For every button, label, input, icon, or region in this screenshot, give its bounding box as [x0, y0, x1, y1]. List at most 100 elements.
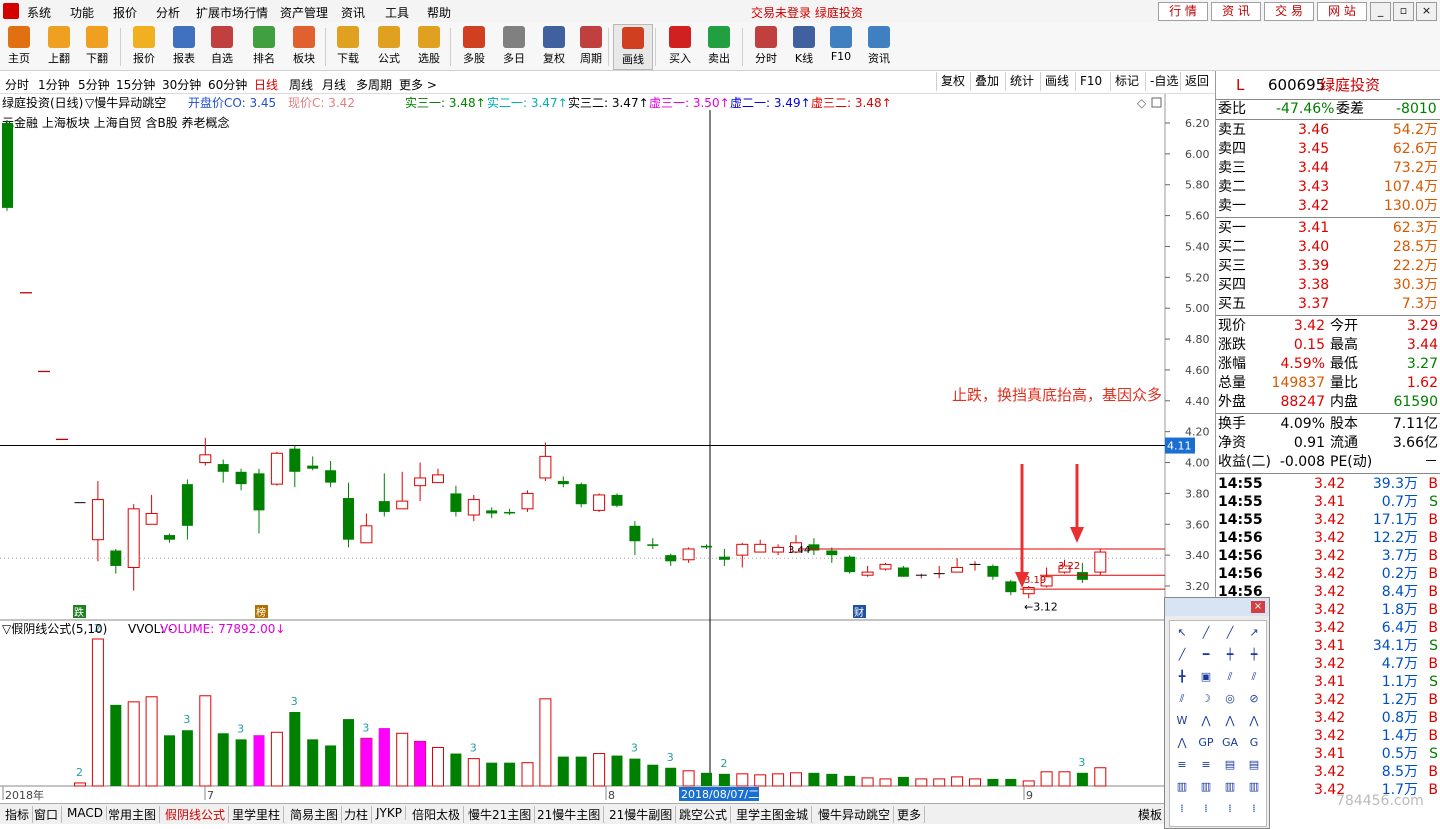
draw-tool-icon[interactable]: ⋀ — [1195, 711, 1217, 731]
indicator-tab-1[interactable]: 窗口 — [31, 806, 63, 823]
minimize-button[interactable]: _ — [1370, 2, 1391, 21]
toolbar-button-0[interactable]: 主页 — [0, 24, 38, 68]
draw-tool-icon[interactable]: ≡ — [1195, 755, 1217, 775]
period-6[interactable]: 日线 — [254, 76, 278, 93]
tab-market[interactable]: 行 情 — [1158, 2, 1208, 21]
draw-tool-icon[interactable]: ⋀ — [1171, 733, 1193, 753]
menu-asset-management[interactable]: 资产管理 — [280, 4, 328, 21]
indicator-tab-2[interactable]: MACD — [64, 806, 107, 820]
chart-action-2[interactable]: 统计 — [1005, 72, 1038, 91]
draw-tool-icon[interactable]: ⫽ — [1219, 667, 1241, 687]
indicator-tab-10[interactable]: 慢牛21主图 — [465, 806, 536, 823]
toolbar-button-12[interactable]: 多日 — [495, 24, 533, 68]
tab-trade[interactable]: 交 易 — [1264, 2, 1314, 21]
draw-tool-icon[interactable]: ┿ — [1219, 645, 1241, 665]
draw-tool-icon[interactable]: ⁞ — [1171, 799, 1193, 819]
toolbar-button-6[interactable]: 排名 — [245, 24, 283, 68]
draw-tool-icon[interactable]: ╱ — [1195, 623, 1217, 643]
draw-tool-icon[interactable]: ━ — [1195, 645, 1217, 665]
toolbar-button-16[interactable]: 买入 — [661, 24, 699, 68]
draw-tool-icon[interactable]: ↗ — [1243, 623, 1265, 643]
toolbar-button-17[interactable]: 卖出 — [700, 24, 738, 68]
ask-row[interactable]: 卖一 3.42 130.0万 — [1218, 197, 1440, 216]
draw-tool-icon[interactable]: ▤ — [1219, 755, 1241, 775]
chart-action-4[interactable]: F10 — [1075, 72, 1106, 91]
bid-row[interactable]: 买二 3.40 28.5万 — [1218, 238, 1440, 257]
toolbar-button-15[interactable]: 画线 — [613, 24, 653, 70]
indicator-tab-6[interactable]: 简易主图 — [287, 806, 343, 823]
draw-tool-icon[interactable]: ▥ — [1219, 777, 1241, 797]
menu-function[interactable]: 功能 — [70, 4, 94, 21]
drawing-tools-palette[interactable]: × ↖ ╱ ╱ ↗ ╱ ━ ┿ ┿ ╋ ▣ ⫽ ⫽ ⫽ ☽ ◎ ⊘ W ⋀ ⋀ ⋀ ⋀ GP GA G ≡ ≡ ▤ ▤ ▥ ▥ ▥ ▥ ⁞ ⁞ ⁞ ⁞ — [1164, 597, 1270, 829]
toolbar-button-3[interactable]: 报价 — [125, 24, 163, 68]
toolbar-button-11[interactable]: 多股 — [455, 24, 493, 68]
chart-action-3[interactable]: 画线 — [1040, 72, 1073, 91]
draw-tool-icon[interactable]: ≡ — [1171, 755, 1193, 775]
draw-tool-icon[interactable]: ⋀ — [1219, 711, 1241, 731]
expand-icon[interactable]: ◇ — [1137, 96, 1147, 110]
menu-extended-market[interactable]: 扩展市场行情 — [196, 4, 268, 21]
toolbar-button-20[interactable]: F10 — [822, 24, 860, 68]
ask-row[interactable]: 卖四 3.45 62.6万 — [1218, 140, 1440, 159]
draw-tool-icon[interactable]: ▣ — [1195, 667, 1217, 687]
draw-tool-icon[interactable]: ▥ — [1171, 777, 1193, 797]
chart-action-1[interactable]: 叠加 — [970, 72, 1003, 91]
period-7[interactable]: 周线 — [289, 76, 313, 93]
indicator-tab-4[interactable]: 假阴线公式 — [162, 806, 230, 823]
formula-name[interactable]: ▽慢牛异动跳空 — [85, 95, 166, 110]
indicator-tab-14[interactable]: 里学主图金城 — [733, 806, 813, 823]
draw-tool-icon[interactable]: ⁞ — [1195, 799, 1217, 819]
indicator-tab-3[interactable]: 常用主图 — [105, 806, 161, 823]
chart-action-7[interactable]: 返回 — [1180, 72, 1213, 91]
period-9[interactable]: 多周期 — [356, 76, 392, 93]
indicator-tab-12[interactable]: 21慢牛副图 — [606, 806, 677, 823]
chart-action-6[interactable]: -自选 — [1145, 72, 1182, 91]
menu-tools[interactable]: 工具 — [385, 4, 409, 21]
bid-row[interactable]: 买一 3.41 62.3万 — [1218, 219, 1440, 238]
toolbar-button-5[interactable]: 自选 — [203, 24, 241, 68]
draw-tool-icon[interactable]: ▥ — [1243, 777, 1265, 797]
tab-website[interactable]: 网 站 — [1317, 2, 1367, 21]
toolbar-button-7[interactable]: 板块 — [285, 24, 323, 68]
indicator-tab-7[interactable]: 力柱 — [341, 806, 373, 823]
draw-tool-icon[interactable]: ┿ — [1243, 645, 1265, 665]
period-0[interactable]: 分时 — [5, 76, 29, 93]
toolbar-button-21[interactable]: 资讯 — [860, 24, 898, 68]
draw-tool-icon[interactable]: GA — [1219, 733, 1241, 753]
draw-tool-icon[interactable]: W — [1171, 711, 1193, 731]
bid-row[interactable]: 买三 3.39 22.2万 — [1218, 257, 1440, 276]
indicator-tab-5[interactable]: 里学里柱 — [229, 806, 285, 823]
period-1[interactable]: 1分钟 — [38, 76, 70, 93]
draw-tool-icon[interactable]: ⁞ — [1219, 799, 1241, 819]
period-5[interactable]: 60分钟 — [208, 76, 247, 93]
palette-close-button[interactable]: × — [1251, 601, 1265, 613]
indicator-tab-15[interactable]: 慢牛异动跳空 — [815, 806, 895, 823]
draw-tool-icon[interactable]: ╋ — [1171, 667, 1193, 687]
draw-tool-icon[interactable]: ▤ — [1243, 755, 1265, 775]
draw-tool-icon[interactable]: ⊘ — [1243, 689, 1265, 709]
close-button[interactable]: × — [1416, 2, 1437, 21]
period-4[interactable]: 30分钟 — [162, 76, 201, 93]
draw-tool-icon[interactable]: ╱ — [1171, 645, 1193, 665]
indicator-tab-17[interactable]: 模板 — [1135, 806, 1167, 823]
bid-row[interactable]: 买五 3.37 7.3万 — [1218, 295, 1440, 314]
toolbar-button-1[interactable]: 上翻 — [40, 24, 78, 68]
period-10[interactable]: 更多 > — [399, 76, 437, 93]
draw-tool-icon[interactable]: ╱ — [1219, 623, 1241, 643]
toolbar-button-14[interactable]: 周期 — [572, 24, 610, 68]
tab-info[interactable]: 资 讯 — [1211, 2, 1261, 21]
menu-system[interactable]: 系统 — [27, 4, 51, 21]
menu-help[interactable]: 帮助 — [427, 4, 451, 21]
indicator-tab-8[interactable]: JYKP — [373, 806, 406, 820]
indicator-tab-9[interactable]: 倍阳太极 — [409, 806, 465, 823]
kline-chart[interactable]: 绿庭投资(日线) ▽慢牛异动跳空 开盘价CO: 3.45 现价C: 3.42 实三一: … — [0, 94, 1215, 803]
draw-tool-icon[interactable]: ◎ — [1219, 689, 1241, 709]
chart-action-5[interactable]: 标记 — [1110, 72, 1143, 91]
draw-tool-icon[interactable]: G — [1243, 733, 1265, 753]
toolbar-button-9[interactable]: 公式 — [370, 24, 408, 68]
draw-tool-icon[interactable]: ⁞ — [1243, 799, 1265, 819]
bid-row[interactable]: 买四 3.38 30.3万 — [1218, 276, 1440, 295]
indicator-tab-13[interactable]: 跳空公式 — [676, 806, 732, 823]
draw-tool-icon[interactable]: ☽ — [1195, 689, 1217, 709]
draw-tool-icon[interactable]: ⫽ — [1171, 689, 1193, 709]
